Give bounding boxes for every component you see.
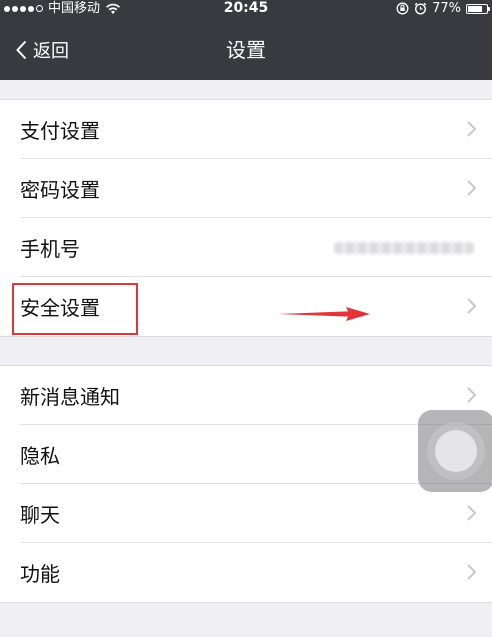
phone-number-redacted (334, 242, 474, 254)
chevron-right-icon (467, 564, 476, 580)
rotation-lock-icon (396, 2, 409, 15)
settings-item-chat[interactable]: 聊天 (0, 483, 492, 543)
settings-group-general: 新消息通知 隐私 聊天 功能 (0, 365, 492, 603)
settings-item-payment[interactable]: 支付设置 (0, 100, 492, 159)
nav-bar: 返回 设置 (0, 20, 492, 80)
battery-percent: 77% (432, 1, 461, 16)
assistive-touch-button[interactable] (418, 410, 492, 492)
settings-item-phone[interactable]: 手机号 (0, 217, 492, 277)
annotation-arrow-icon (278, 307, 370, 321)
settings-item-label: 聊天 (20, 503, 60, 527)
chevron-right-icon (467, 387, 476, 403)
status-right: 77% (396, 0, 490, 17)
alarm-icon (414, 2, 427, 15)
settings-item-password[interactable]: 密码设置 (0, 158, 492, 218)
chevron-right-icon (467, 505, 476, 521)
settings-item-features[interactable]: 功能 (0, 542, 492, 602)
settings-item-label: 隐私 (20, 444, 60, 468)
settings-item-label: 新消息通知 (20, 385, 120, 409)
chevron-right-icon (467, 180, 476, 196)
top-bar: 中国移动 20:45 77% 返回 设置 (0, 0, 492, 80)
settings-item-notifications[interactable]: 新消息通知 (0, 366, 492, 425)
settings-item-label: 手机号 (20, 237, 80, 261)
status-bar: 中国移动 20:45 77% (0, 0, 492, 20)
page-title: 设置 (226, 38, 266, 62)
settings-item-label: 支付设置 (20, 119, 100, 143)
battery-icon (466, 3, 490, 14)
annotation-highlight-box (12, 283, 138, 335)
chevron-right-icon (467, 298, 476, 314)
chevron-right-icon (467, 121, 476, 137)
settings-item-label: 功能 (20, 562, 60, 586)
settings-item-label: 密码设置 (20, 178, 100, 202)
